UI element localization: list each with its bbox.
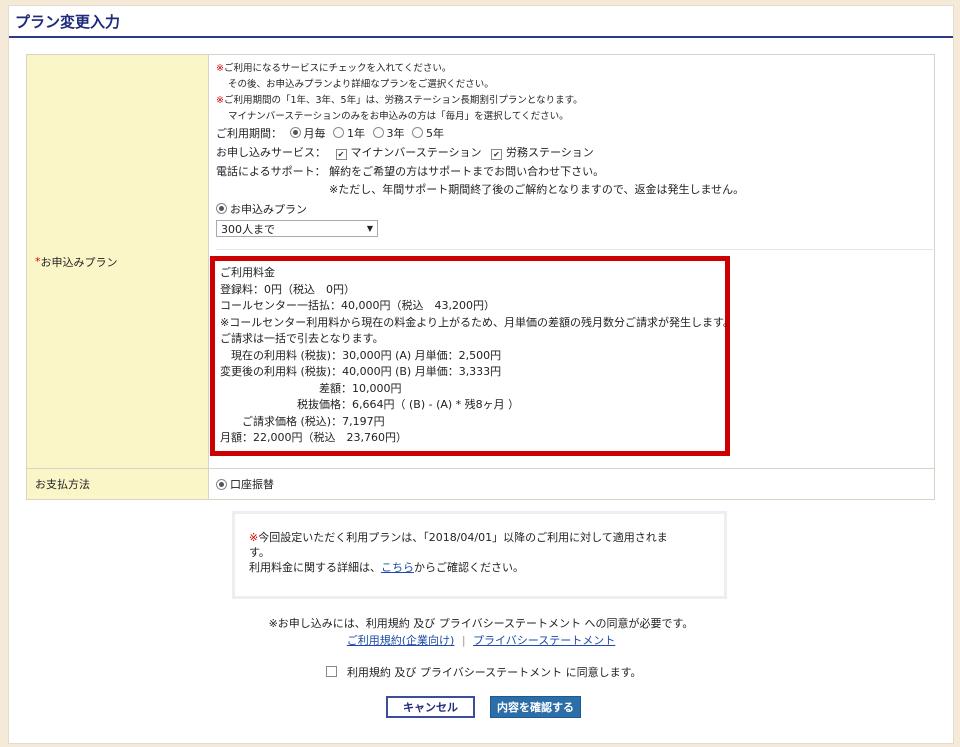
support-note: ※ただし、年間サポート期間終了後のご解約となりますので、返金は発生しません。: [329, 183, 745, 196]
confirm-button[interactable]: 内容を確認する: [490, 696, 581, 718]
fee-line: ご請求は一括で引去となります。: [220, 332, 384, 345]
period-row: ご利用期間： 月毎 1年 3年 5年: [216, 126, 927, 142]
agreement-note: ※お申し込みには、利用規約 及び プライバシーステートメント への同意が必要です…: [268, 617, 694, 630]
note-line: その後、お申込みプランより詳細なプランをご選択ください。: [228, 79, 494, 90]
notice-line: 利用料金に関する詳細は、こちらからご確認ください。: [249, 561, 524, 574]
fee-line: ご請求価格 (税込)：7,197円: [220, 414, 385, 428]
notice-line: ※今回設定いただく利用プランは、「2018/04/01」以降のご利用に対して適用…: [249, 531, 668, 544]
mynumber-checkbox-label: マイナンバーステーション: [350, 146, 482, 159]
radio-5year[interactable]: [412, 127, 423, 138]
plan-content: ※ご利用になるサービスにチェックを入れてください。 その後、お申込みプランより詳…: [209, 55, 934, 468]
radio-monthly-label: 月毎: [303, 127, 326, 140]
fee-line: コールセンター一括払：40,000円（税込 43,200円）: [220, 299, 495, 312]
plan-form-table: * お申込みプラン ※ご利用になるサービスにチェックを入れてください。 その後、…: [26, 54, 935, 500]
radio-monthly[interactable]: [289, 127, 301, 138]
fee-line: ※コールセンター利用料から現在の料金より上がるため、月単価の差額の残月数分ご請求…: [220, 315, 734, 329]
link-separator: |: [461, 634, 466, 647]
plan-select-value: 300人まで: [221, 222, 275, 236]
divider: [216, 249, 933, 250]
radio-1year-label: 1年: [347, 127, 365, 140]
chevron-down-icon: ▼: [366, 224, 373, 233]
plan-select[interactable]: 300人まで ▼: [216, 220, 378, 237]
agreement-checkbox-row: 利用規約 及び プライバシーステートメント に同意します。: [9, 664, 953, 680]
plan-select-wrap: 300人まで ▼: [216, 218, 927, 237]
plan-radio-row: お申込みプラン: [216, 202, 927, 218]
plan-radio-label: お申込みプラン: [230, 203, 307, 216]
service-row: お申し込みサービス： ✔ マイナンバーステーション ✔ 労務ステーション: [216, 145, 927, 161]
fee-line: 月額：22,000円（税込 23,760円）: [220, 431, 407, 444]
mynumber-checkbox[interactable]: ✔: [335, 149, 347, 160]
radio-3year-label: 3年: [386, 127, 405, 140]
privacy-link[interactable]: プライバシーステートメント: [473, 634, 615, 647]
plan-change-page: プラン変更入力 * お申込みプラン ※ご利用になるサービスにチェックを入れてくだ…: [8, 5, 954, 744]
plan-label: * お申込みプラン: [27, 55, 209, 468]
radio-5year-label: 5年: [426, 127, 444, 140]
page-header: プラン変更入力: [9, 6, 953, 38]
notice-box: ※今回設定いただく利用プランは、「2018/04/01」以降のご利用に対して適用…: [232, 511, 727, 599]
plan-row: * お申込みプラン ※ご利用になるサービスにチェックを入れてください。 その後、…: [27, 55, 934, 469]
labor-checkbox-label: 労務ステーション: [506, 146, 594, 159]
payment-content: 口座振替: [209, 469, 934, 499]
support-text: 解約をご希望の方はサポートまでお問い合わせ下さい。: [329, 165, 605, 178]
payment-option-label: 口座振替: [230, 478, 274, 491]
fee-details-box: ご利用料金 登録料：0円（税込 0円） コールセンター一括払：40,000円（税…: [210, 256, 734, 456]
radio-3year[interactable]: [372, 127, 384, 138]
note-line: ※ご利用期間の「1年、3年、5年」は、労務ステーション長期割引プランとなります。: [216, 95, 583, 106]
plan-label-text: お申込みプラン: [40, 255, 118, 269]
agree-checkbox[interactable]: [326, 666, 338, 677]
agreement-links: ご利用規約(企業向け) | プライバシーステートメント: [9, 632, 953, 648]
fee-line: 差額：10,000円: [220, 381, 402, 395]
payment-radio[interactable]: [216, 478, 227, 490]
plan-radio[interactable]: [216, 203, 227, 214]
note-line: ※ご利用になるサービスにチェックを入れてください。: [216, 63, 452, 74]
page-title: プラン変更入力: [15, 12, 121, 31]
cancel-button[interactable]: キャンセル: [386, 696, 475, 718]
support-label: 電話によるサポート：: [216, 165, 326, 178]
fee-line: 登録料：0円（税込 0円）: [220, 282, 355, 296]
agree-checkbox-label: 利用規約 及び プライバシーステートメント に同意します。: [346, 666, 642, 679]
support-row: 電話によるサポート： 解約をご希望の方はサポートまでお問い合わせ下さい。: [216, 164, 927, 180]
radio-1year[interactable]: [333, 127, 344, 138]
period-label: ご利用期間：: [216, 127, 282, 140]
note-line: マイナンバーステーションのみをお申込みの方は「毎月」を選択してください。: [228, 111, 569, 122]
terms-link[interactable]: ご利用規約(企業向け): [347, 634, 455, 647]
service-label: お申し込みサービス：: [216, 146, 326, 159]
payment-row: お支払方法 口座振替: [27, 469, 934, 499]
fee-line: 税抜価格：6,664円（ (B) - (A) * 残8ヶ月 ）: [220, 398, 520, 411]
fee-line: 現在の利用料 (税抜)：30,000円 (A) 月単価：2,500円: [220, 348, 502, 362]
fee-line: 変更後の利用料 (税抜)：40,000円 (B) 月単価：3,333円: [220, 365, 502, 378]
fee-line: ご利用料金: [220, 266, 275, 279]
notice-line: す。: [249, 546, 270, 559]
details-link[interactable]: こちら: [381, 561, 414, 574]
labor-checkbox[interactable]: ✔: [491, 149, 503, 160]
payment-label: お支払方法: [27, 469, 209, 499]
